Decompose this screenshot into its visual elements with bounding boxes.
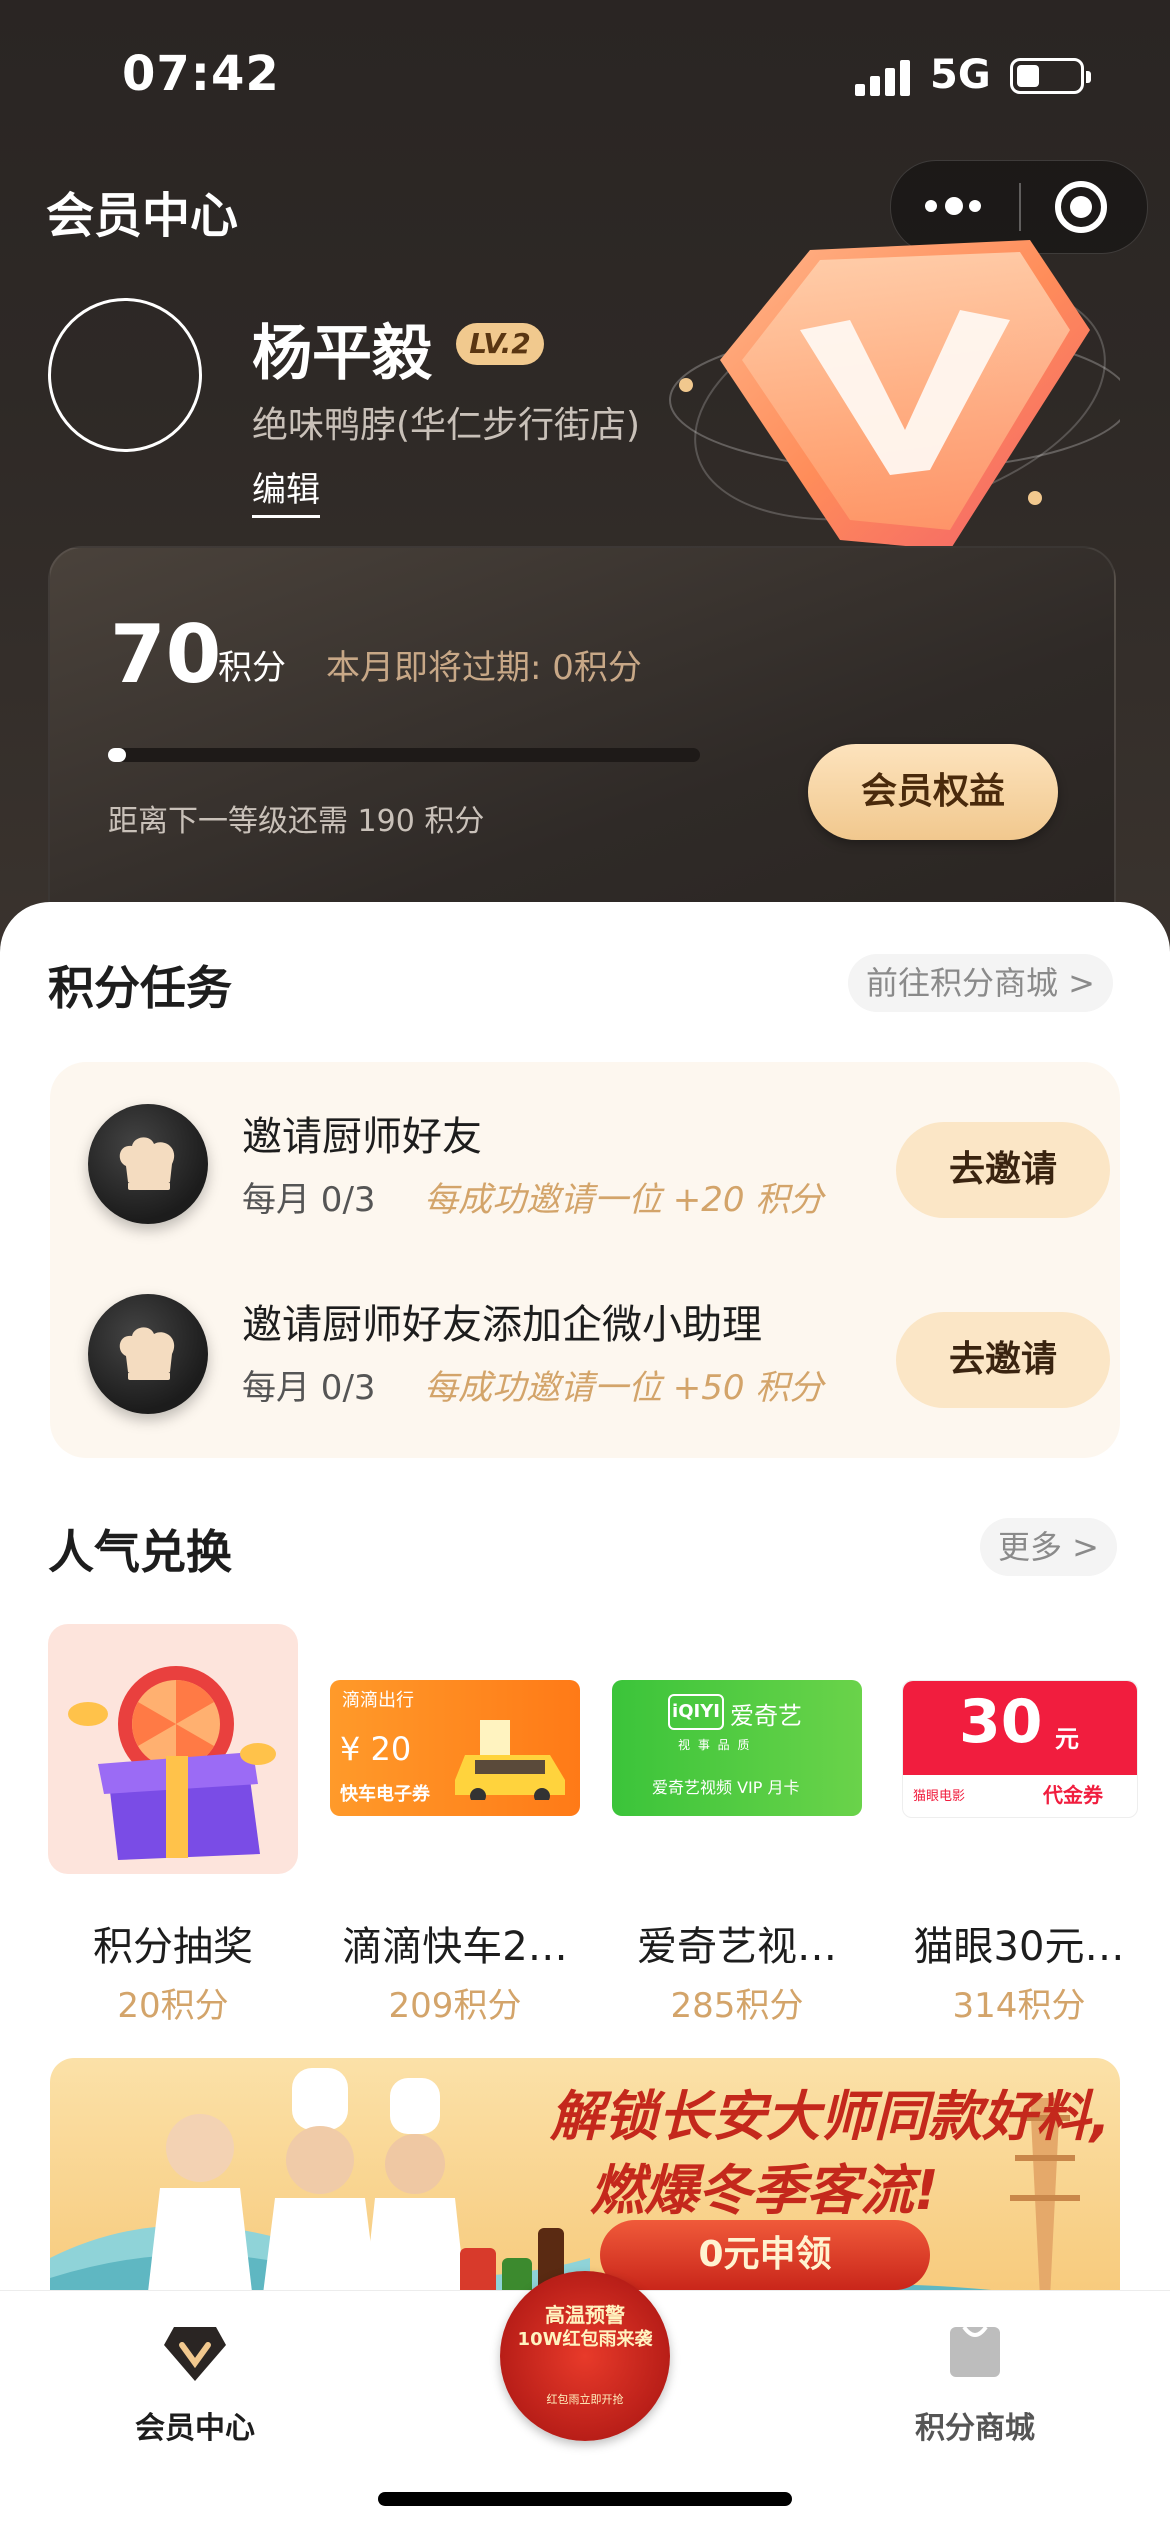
level-progress-bar: [108, 748, 700, 762]
edit-link[interactable]: 编辑: [252, 462, 320, 518]
user-name: 杨平毅: [252, 319, 432, 389]
store-name: 绝味鸭脖(华仁步行街店): [252, 405, 641, 446]
product-points: 314积分: [952, 1986, 1086, 2026]
tasks-title: 积分任务: [48, 961, 232, 1015]
chef-hat-icon: [88, 1294, 208, 1414]
product-points: 209积分: [388, 1986, 522, 2026]
product-name: 积分抽奖: [93, 1924, 253, 1970]
member-diamond-icon: [164, 2327, 226, 2381]
next-level-text: 距离下一等级还需 190 积分: [108, 804, 485, 839]
product-name: 爱奇艺视…: [637, 1924, 837, 1970]
product-name: 滴滴快车2…: [342, 1924, 568, 1970]
maoyan-brand: 猫眼电影: [913, 1789, 966, 1804]
tab-points-mall[interactable]: 积分商城: [880, 2311, 1070, 2451]
content-sheet: 积分任务 前往积分商城 > 邀请厨师好友 每月 0/3 每成功邀请一位 +20 …: [0, 902, 1170, 2318]
didi-brand: 滴滴出行: [342, 1690, 414, 1711]
didi-coupon-image: 滴滴出行 ¥ 20 快车电子券: [330, 1624, 580, 1874]
banner-claim-button[interactable]: 0元申领: [600, 2220, 930, 2290]
more-icon[interactable]: [925, 191, 1005, 221]
exchange-title: 人气兑换: [48, 1525, 232, 1579]
tab-points-mall-label: 积分商城: [915, 2411, 1035, 2446]
points-unit: 积分: [218, 648, 286, 688]
task-title: 邀请厨师好友: [242, 1114, 482, 1160]
task-reward: 每成功邀请一位 +20 积分: [424, 1180, 824, 1220]
banner-headline-1: 解锁长安大师同款好料,: [550, 2085, 1111, 2148]
avatar[interactable]: [48, 298, 202, 452]
home-indicator: [378, 2492, 792, 2506]
page-title: 会员中心: [46, 188, 239, 244]
banner-headline-2: 燃爆冬季客流!: [590, 2159, 939, 2222]
iqiyi-brand: 爱奇艺: [730, 1702, 802, 1730]
shopping-bag-icon: [950, 2325, 1000, 2377]
task-reward: 每成功邀请一位 +50 积分: [424, 1368, 824, 1408]
product-points: 285积分: [670, 1986, 804, 2026]
promo-line-2: 10W红包雨来袭: [517, 2329, 653, 2350]
points-value: 70: [110, 608, 222, 701]
tab-member-center[interactable]: 会员中心: [100, 2311, 290, 2451]
member-benefits-button[interactable]: 会员权益: [808, 744, 1058, 840]
lottery-gift-image: [48, 1624, 298, 1874]
product-points: 20积分: [117, 1986, 229, 2026]
battery-icon: [1010, 58, 1091, 94]
status-time: 07:42: [122, 46, 280, 102]
invite-button[interactable]: 去邀请: [896, 1312, 1110, 1408]
level-badge: LV.2: [456, 323, 544, 365]
signal-icon: [855, 58, 915, 96]
promo-line-3: 红包雨立即开抢: [546, 2393, 624, 2406]
maoyan-value: 30: [959, 1687, 1043, 1757]
task-list: 邀请厨师好友 每月 0/3 每成功邀请一位 +20 积分 去邀请 邀请厨师好友添…: [50, 1062, 1120, 1458]
iqiyi-tag: 视 事 品 质: [678, 1738, 752, 1752]
go-points-mall-link[interactable]: 前往积分商城 >: [848, 954, 1113, 1012]
task-title: 邀请厨师好友添加企微小助理: [242, 1302, 762, 1348]
maoyan-coupon-image: 30 元 猫眼电影 代金券: [894, 1624, 1144, 1874]
chef-hat-icon: [88, 1104, 208, 1224]
tab-center-promo[interactable]: 高温预警 10W红包雨来袭 红包雨立即开抢: [500, 2271, 670, 2441]
expire-text: 本月即将过期: 0积分: [326, 648, 642, 688]
task-count: 每月 0/3: [242, 1180, 376, 1220]
task-count: 每月 0/3: [242, 1368, 376, 1408]
didi-caption: 快车电子券: [340, 1784, 430, 1805]
didi-value: ¥ 20: [340, 1730, 412, 1768]
tab-member-center-label: 会员中心: [135, 2411, 255, 2446]
maoyan-unit: 元: [1055, 1725, 1079, 1753]
iqiyi-card-image: iQIYI 爱奇艺 视 事 品 质 爱奇艺视频 VIP 月卡: [612, 1624, 862, 1874]
car-icon: [455, 1720, 565, 1800]
vip-gem-icon: [669, 240, 1120, 550]
iqiyi-caption: 爱奇艺视频 VIP 月卡: [652, 1778, 800, 1797]
network-label: 5G: [930, 52, 991, 98]
promo-line-1: 高温预警: [545, 2303, 625, 2327]
level-progress-fill: [108, 748, 126, 762]
invite-button[interactable]: 去邀请: [896, 1122, 1110, 1218]
maoyan-caption: 代金券: [1043, 1783, 1103, 1807]
product-name: 猫眼30元…: [913, 1924, 1125, 1970]
iqiyi-logo: iQIYI: [668, 1694, 724, 1730]
more-link[interactable]: 更多 >: [980, 1518, 1117, 1576]
